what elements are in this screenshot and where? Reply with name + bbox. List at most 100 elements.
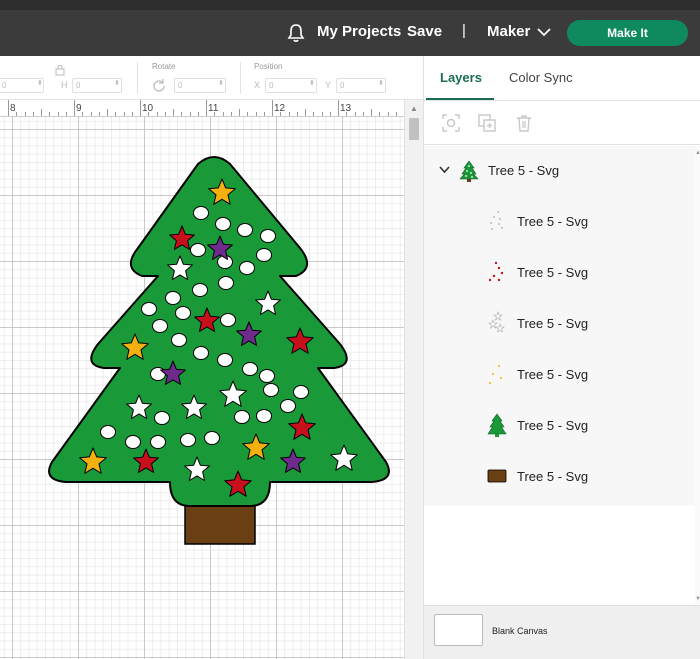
brown-trunk-icon [487, 469, 507, 483]
ornament-dot [239, 261, 255, 275]
ornament-dot [293, 385, 309, 399]
layer-row-red-stars[interactable]: Tree 5 - Svg [424, 247, 695, 298]
ruler-tick [338, 100, 339, 116]
ruler-tick [255, 112, 257, 116]
ruler-tick [173, 109, 174, 116]
layer-row-brown-trunk[interactable]: Tree 5 - Svg [424, 451, 695, 502]
ornament-dot [193, 206, 209, 220]
red-stars-icon [488, 261, 504, 282]
white-stars-icon [488, 311, 505, 333]
ruler-tick [346, 112, 348, 116]
ruler-tick [57, 112, 59, 116]
ruler-tick [32, 112, 34, 116]
ornament-dot [259, 369, 275, 383]
delete-icon[interactable] [514, 113, 534, 133]
ornament-dot [220, 313, 236, 327]
ruler-tick [41, 109, 42, 116]
ruler-tick [16, 112, 18, 116]
header-bar: My Projects Save | Maker Make It [0, 10, 700, 56]
tab-color-sync[interactable]: Color Sync [509, 70, 573, 85]
ruler-tick [239, 109, 240, 116]
ornament-dot [190, 243, 206, 257]
ruler-tick [296, 112, 298, 116]
machine-selector[interactable]: Maker [487, 23, 530, 40]
scroll-up-arrow[interactable]: ▲ [695, 150, 700, 156]
ruler-tick [214, 112, 216, 116]
layer-row-white-dots[interactable]: Tree 5 - Svg [424, 196, 695, 247]
lock-icon[interactable] [55, 64, 65, 76]
edit-toolbar: 0 ⬍ H 0 ⬍ Rotate 0 ⬍ Position X 0 ⬍ Y 0 … [0, 56, 423, 100]
rotate-icon [153, 79, 165, 92]
width-spinner[interactable]: ⬍ [37, 79, 43, 87]
layer-name: Tree 5 - Svg [517, 469, 589, 484]
bell-icon[interactable] [285, 22, 307, 44]
ornament-dot [192, 283, 208, 297]
green-tree-icon [487, 413, 507, 437]
ruler-tick [222, 112, 224, 116]
ruler-tick [379, 112, 381, 116]
layer-row-gold-stars[interactable]: Tree 5 - Svg [424, 349, 695, 400]
ruler-tick [362, 112, 364, 116]
chevron-down-icon[interactable] [537, 27, 551, 37]
layer-name: Tree 5 - Svg [517, 265, 589, 280]
ornament-dot [215, 217, 231, 231]
y-spinner[interactable]: ⬍ [378, 79, 384, 87]
ruler-tick [156, 112, 158, 116]
layer-name: Tree 5 - Svg [517, 367, 589, 382]
save-button[interactable]: Save [407, 23, 442, 40]
ruler-tick [263, 112, 265, 116]
x-spinner[interactable]: ⬍ [309, 79, 315, 87]
ruler-tick [305, 109, 306, 116]
make-it-button[interactable]: Make It [567, 20, 688, 46]
ruler-tick [115, 112, 117, 116]
ruler-mark: 11 [208, 103, 219, 114]
ornament-dot [141, 302, 157, 316]
header-separator: | [462, 22, 466, 39]
ornament-dot [234, 410, 250, 424]
scroll-thumb[interactable] [409, 118, 419, 140]
layer-row-white-stars[interactable]: Tree 5 - Svg [424, 298, 695, 349]
duplicate-icon[interactable] [477, 113, 497, 133]
tab-layers[interactable]: Layers [440, 70, 482, 85]
ornament-dot [171, 333, 187, 347]
ornament-dot [260, 229, 276, 243]
ornament-dot [237, 223, 253, 237]
ruler-tick [247, 112, 249, 116]
canvas-scrollbar[interactable]: ▲ [404, 100, 423, 659]
layers-scrollbar[interactable]: ▲ ▼ [695, 146, 700, 606]
ornament-dot [256, 409, 272, 423]
gold-stars-icon [489, 365, 502, 384]
position-label: Position [254, 62, 283, 71]
scroll-up-arrow[interactable]: ▲ [410, 104, 418, 113]
chevron-down-icon[interactable] [439, 166, 450, 174]
rotate-spinner[interactable]: ⬍ [218, 79, 224, 87]
design-canvas[interactable] [0, 117, 404, 659]
ruler-tick [123, 112, 125, 116]
layer-name: Tree 5 - Svg [517, 214, 589, 229]
ornament-dot [125, 435, 141, 449]
blank-canvas-swatch[interactable] [434, 614, 483, 646]
white-dots-icon [490, 211, 503, 230]
ruler-tick [189, 112, 191, 116]
ruler-tick [74, 100, 75, 116]
ruler-tick [395, 112, 397, 116]
my-projects-link[interactable]: My Projects [317, 23, 401, 40]
group-icon[interactable] [441, 113, 461, 133]
layer-row-green-tree[interactable]: Tree 5 - Svg [424, 400, 695, 451]
ruler-mark: 9 [76, 103, 82, 114]
layer-group-row[interactable]: Tree 5 - Svg [424, 146, 695, 196]
ruler-tick [140, 100, 141, 116]
ornament-dot [218, 276, 234, 290]
tree-group-icon [459, 160, 479, 182]
ornament-dot [193, 346, 209, 360]
ruler-tick [272, 100, 273, 116]
scroll-down-arrow[interactable]: ▼ [695, 596, 700, 602]
height-spinner[interactable]: ⬍ [114, 79, 120, 87]
ruler-tick [280, 112, 282, 116]
layers-panel: Layers Color Sync Tree 5 - Svg Tree 5 - … [423, 56, 700, 659]
tree-trunk[interactable] [184, 504, 256, 545]
ornament-dot [242, 362, 258, 376]
ruler-tick [107, 109, 108, 116]
christmas-tree-design[interactable] [0, 117, 404, 659]
ruler-tick [313, 112, 315, 116]
